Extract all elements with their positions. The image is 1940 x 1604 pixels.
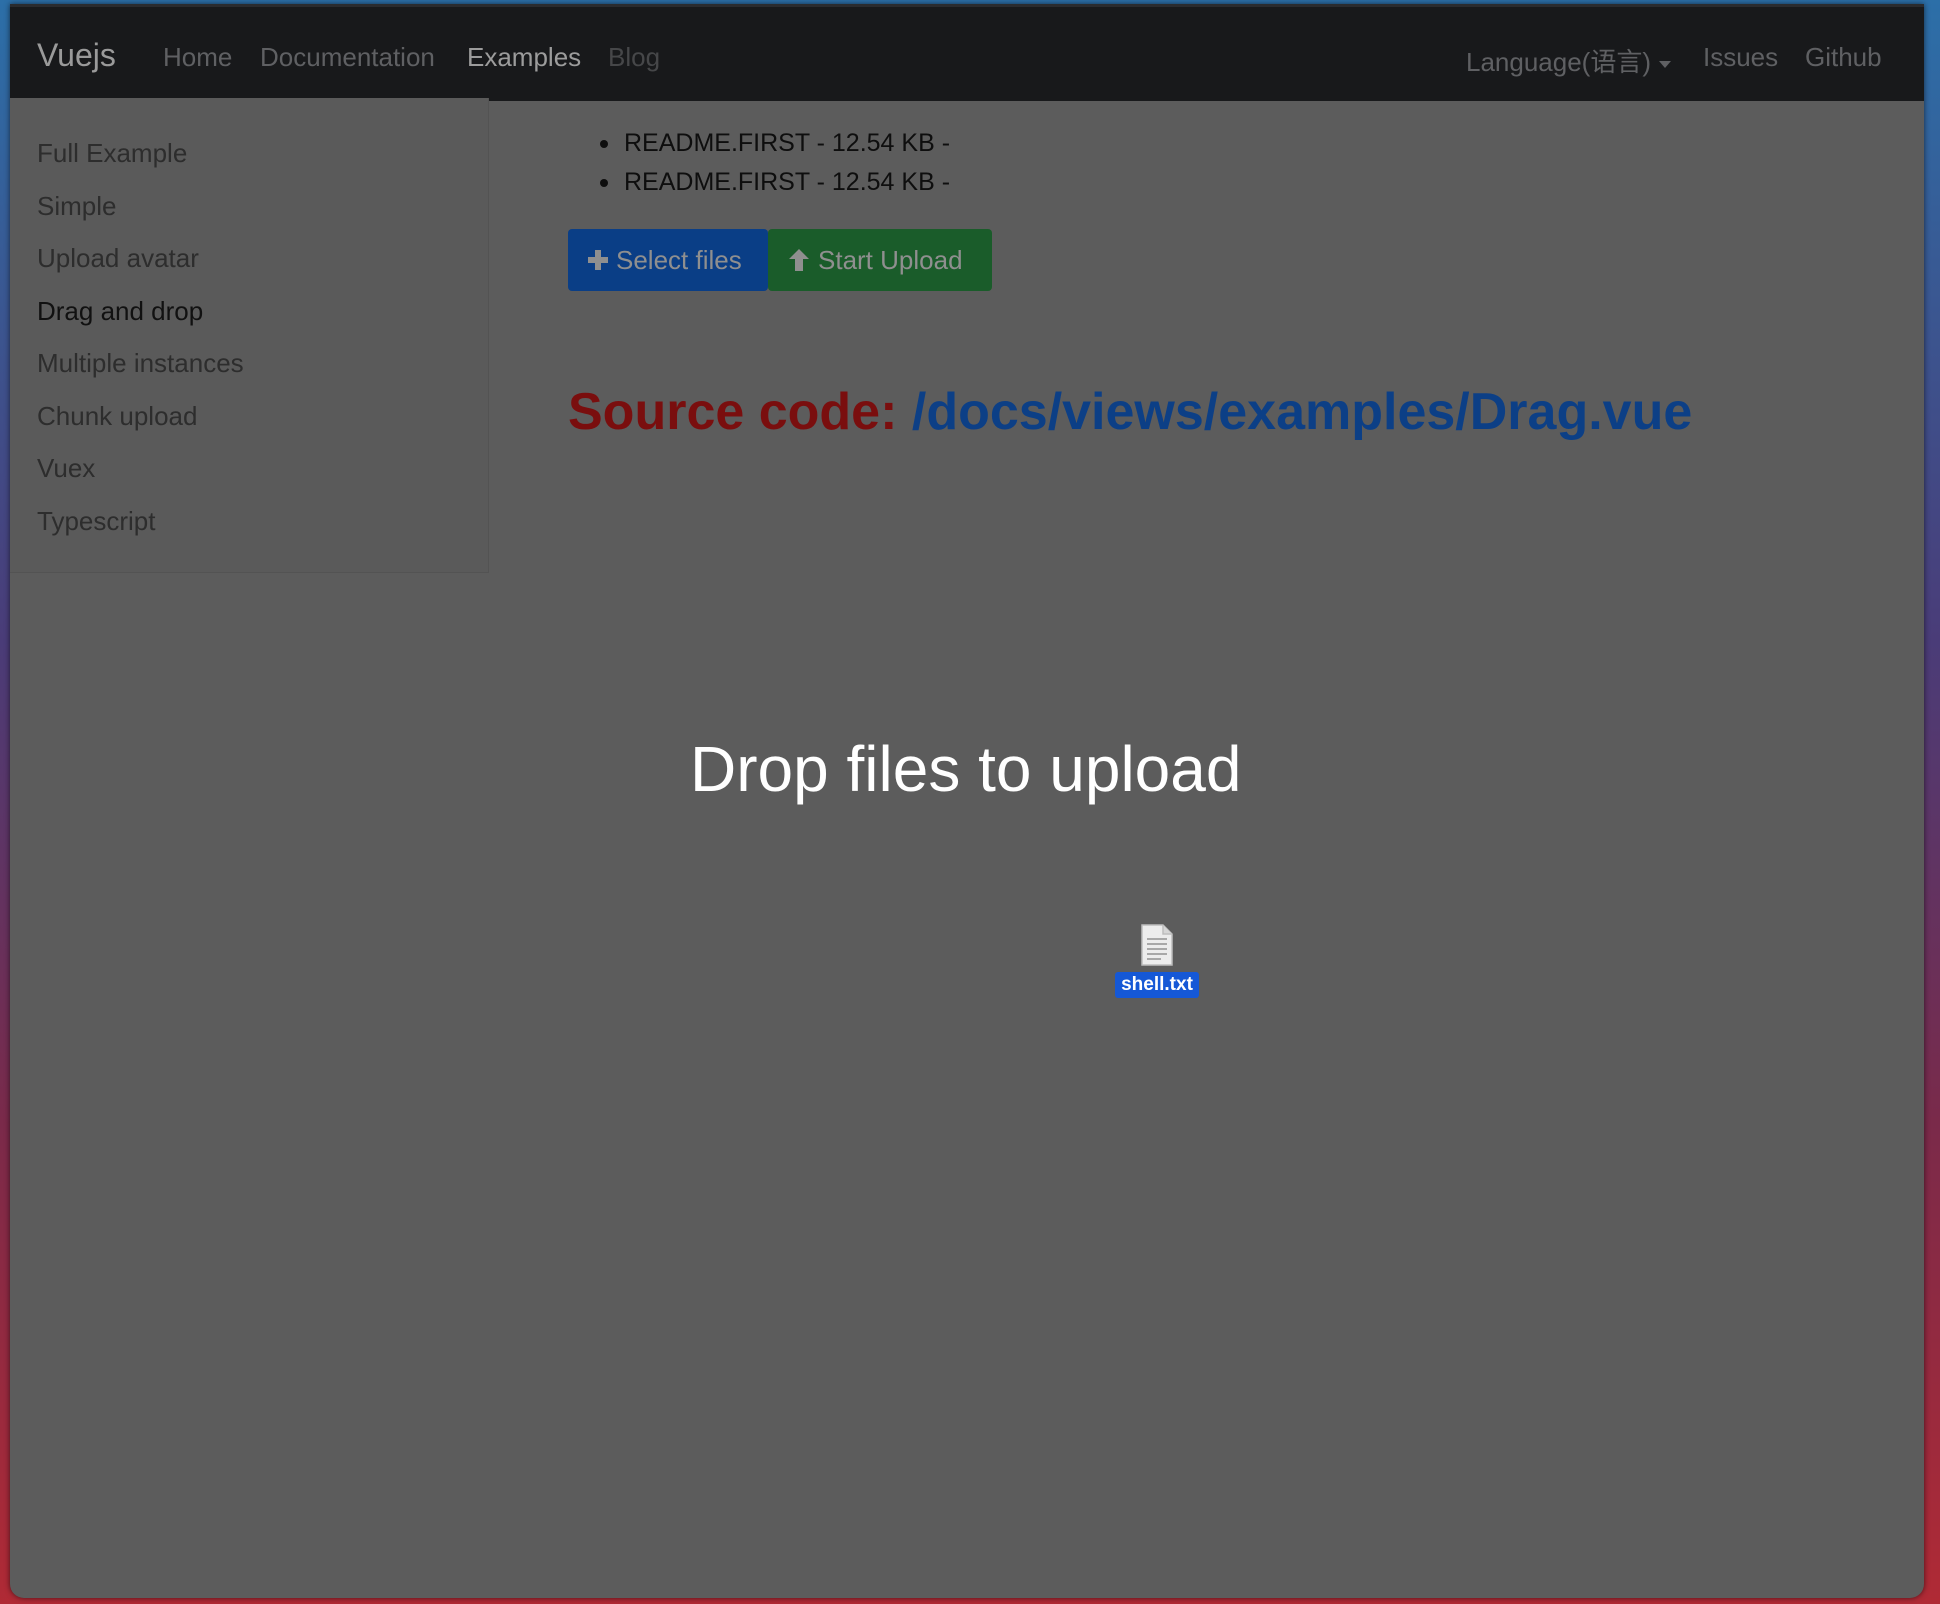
file-list: README.FIRST - 12.54 KB - README.FIRST -… (600, 124, 950, 202)
sidebar-item-drag-and-drop[interactable]: Drag and drop (37, 296, 203, 327)
nav-link-examples[interactable]: Examples (467, 42, 581, 73)
nav-link-blog[interactable]: Blog (608, 42, 660, 73)
list-item: README.FIRST - 12.54 KB - (600, 124, 950, 163)
language-dropdown-label: Language(语言) (1466, 47, 1651, 77)
sidebar-item-typescript[interactable]: Typescript (37, 506, 156, 537)
sidebar-item-multiple-instances[interactable]: Multiple instances (37, 348, 244, 379)
sidebar-item-chunk-upload[interactable]: Chunk upload (37, 401, 197, 432)
start-upload-label: Start Upload (818, 244, 963, 275)
nav-link-issues[interactable]: Issues (1703, 42, 1778, 73)
sidebar-item-upload-avatar[interactable]: Upload avatar (37, 243, 199, 274)
plus-icon (588, 250, 608, 270)
sidebar-item-full-example[interactable]: Full Example (37, 138, 187, 169)
dragged-file[interactable]: shell.txt (1108, 924, 1206, 998)
arrow-up-icon (789, 249, 809, 271)
navbar: Vuejs Home Documentation Examples Blog L… (10, 4, 1924, 101)
source-code-label: Source code: (568, 383, 898, 441)
drop-overlay-message: Drop files to upload (690, 733, 1242, 805)
select-files-button[interactable]: Select files (568, 229, 768, 291)
nav-link-home[interactable]: Home (163, 42, 232, 73)
browser-window: Vuejs Home Documentation Examples Blog L… (10, 4, 1924, 1598)
select-files-label: Select files (616, 244, 742, 275)
navbar-brand[interactable]: Vuejs (37, 37, 116, 74)
dragged-file-name: shell.txt (1115, 972, 1199, 998)
list-item: README.FIRST - 12.54 KB - (600, 163, 950, 202)
text-file-icon (1141, 924, 1173, 966)
sidebar-item-vuex[interactable]: Vuex (37, 453, 95, 484)
language-dropdown[interactable]: Language(语言) (1466, 42, 1671, 79)
start-upload-button[interactable]: Start Upload (768, 229, 992, 291)
sidebar: Full Example Simple Upload avatar Drag a… (10, 98, 489, 573)
chevron-down-icon (1659, 60, 1671, 68)
source-code-link[interactable]: /docs/views/examples/Drag.vue (912, 383, 1692, 441)
sidebar-item-simple[interactable]: Simple (37, 191, 116, 222)
source-code-heading: Source code: /docs/views/examples/Drag.v… (568, 382, 1692, 442)
nav-link-documentation[interactable]: Documentation (260, 42, 435, 73)
nav-link-github[interactable]: Github (1805, 42, 1882, 73)
